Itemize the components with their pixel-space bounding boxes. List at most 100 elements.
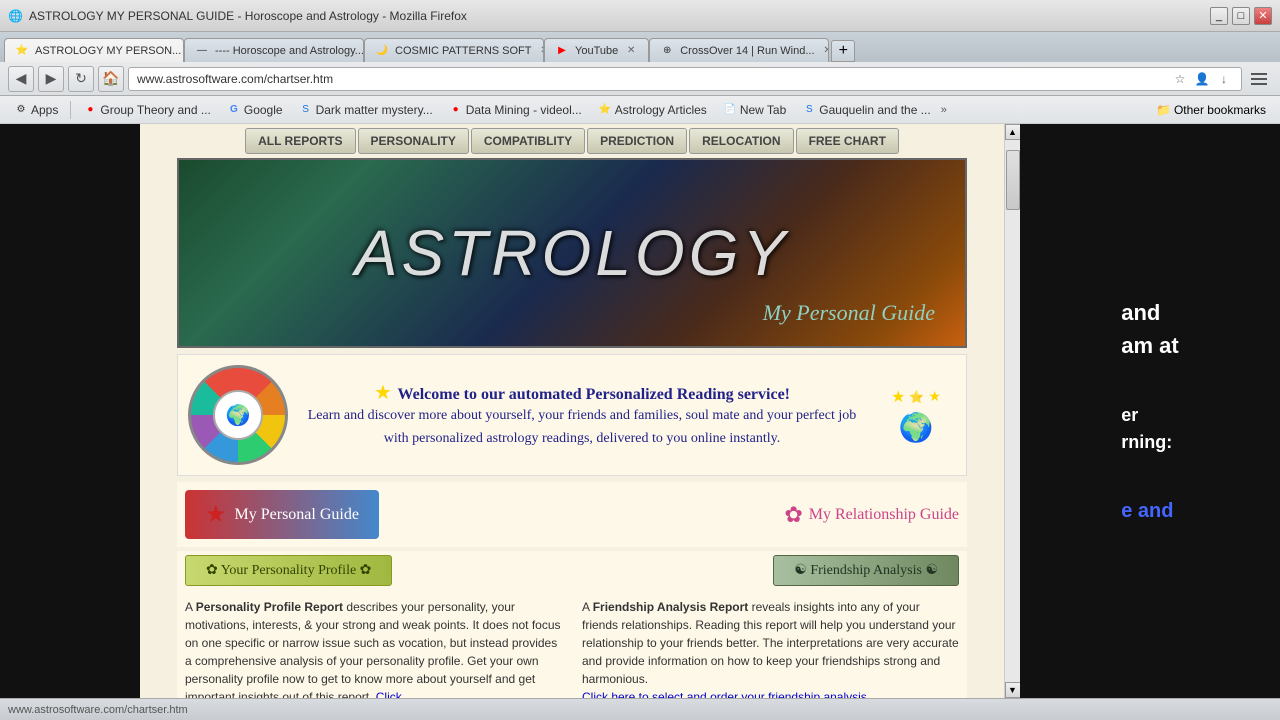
reload-button[interactable]: ↻: [68, 66, 94, 92]
tab-label-cosmic: COSMIC PATTERNS SOFT: [395, 45, 532, 57]
bookmarks-other[interactable]: 📁 Other bookmarks: [1150, 101, 1272, 119]
bookmarks-data-mining[interactable]: ● Data Mining - videol...: [443, 101, 588, 119]
side-panel: and am at er rning: e and: [1020, 124, 1280, 698]
window-title: ASTROLOGY MY PERSONAL GUIDE - Horoscope …: [29, 9, 467, 23]
browser-frame: 🌐 ASTROLOGY MY PERSONAL GUIDE - Horoscop…: [0, 0, 1280, 720]
star-2: ⭐: [909, 390, 924, 404]
forward-button[interactable]: ▶: [38, 66, 64, 92]
bookmarks-google[interactable]: G Google: [221, 101, 289, 119]
nav-compatiblity[interactable]: COMPATIBLITY: [471, 128, 585, 154]
flower-icon: ✿: [784, 502, 802, 528]
tab-bar: ⭐ ASTROLOGY MY PERSON... ✕ — ---- Horosc…: [0, 32, 1280, 62]
back-button[interactable]: ◀: [8, 66, 34, 92]
scroll-down-button[interactable]: ▼: [1005, 682, 1021, 698]
tab-favicon-horoscope: —: [195, 44, 209, 58]
bookmarks-bar: ⚙ Apps ● Group Theory and ... G Google S…: [0, 96, 1280, 124]
relationship-guide-button[interactable]: ✿ My Relationship Guide: [784, 490, 959, 539]
nav-personality[interactable]: PERSONALITY: [358, 128, 469, 154]
side-line-5: e and: [1121, 496, 1178, 526]
tab-favicon-astrology: ⭐: [15, 44, 29, 58]
red-star-icon: ★: [205, 500, 227, 529]
minimize-button[interactable]: _: [1210, 7, 1228, 25]
downloads-icon[interactable]: ↓: [1215, 70, 1233, 88]
address-text: www.astrosoftware.com/chartser.htm: [137, 72, 1171, 86]
bookmarks-dark-matter-label: Dark matter mystery...: [316, 103, 433, 117]
descriptions-section: A Personality Profile Report describes y…: [177, 590, 967, 698]
nav-bar: ◀ ▶ ↻ 🏠 www.astrosoftware.com/chartser.h…: [0, 62, 1280, 96]
new-tab-bm-favicon: 📄: [723, 103, 737, 117]
close-button[interactable]: ✕: [1254, 7, 1272, 25]
bookmarks-group-theory[interactable]: ● Group Theory and ...: [77, 101, 217, 119]
astrology-articles-favicon: ⭐: [598, 103, 612, 117]
tab-label-youtube: YouTube: [575, 45, 618, 57]
personal-guide-button[interactable]: ★ My Personal Guide: [185, 490, 379, 539]
bookmarks-astrology-articles[interactable]: ⭐ Astrology Articles: [592, 101, 713, 119]
astrology-banner: ASTROLOGY My Personal Guide: [177, 158, 967, 348]
tab-crossover[interactable]: ⊕ CrossOver 14 | Run Wind... ✕: [649, 38, 829, 62]
guides-section: ★ My Personal Guide ✿ My Relationship Gu…: [177, 482, 967, 547]
bookmarks-other-label: Other bookmarks: [1174, 103, 1266, 117]
bookmarks-apps[interactable]: ⚙ Apps: [8, 101, 64, 119]
scrollbar-track[interactable]: [1005, 140, 1020, 682]
tab-close-youtube[interactable]: ✕: [624, 44, 638, 58]
zodiac-wheel: 🌍: [188, 365, 288, 465]
star-3: ★: [928, 388, 941, 405]
tab-youtube[interactable]: ▶ YouTube ✕: [544, 38, 649, 62]
full-page: ALL REPORTS PERSONALITY COMPATIBLITY PRE…: [177, 124, 967, 698]
left-gutter: [0, 124, 140, 698]
bookmarks-new-tab-label: New Tab: [740, 103, 786, 117]
friendship-analysis-button[interactable]: ☯ Friendship Analysis ☯: [773, 555, 959, 586]
nav-prediction[interactable]: PREDICTION: [587, 128, 687, 154]
site-navigation: ALL REPORTS PERSONALITY COMPATIBLITY PRE…: [177, 124, 967, 158]
side-line-1: and: [1121, 296, 1178, 329]
profiles-section: ✿ Your Personality Profile ✿ ☯ Friendshi…: [177, 551, 967, 590]
other-bookmarks-folder-icon: 📁: [1156, 103, 1171, 117]
bookmarks-dark-matter[interactable]: S Dark matter mystery...: [293, 101, 439, 119]
bookmark-separator-1: [70, 101, 71, 119]
tab-astrology[interactable]: ⭐ ASTROLOGY MY PERSON... ✕: [4, 38, 184, 62]
nav-relocation[interactable]: RELOCATION: [689, 128, 793, 154]
tab-cosmic[interactable]: 🌙 COSMIC PATTERNS SOFT ✕: [364, 38, 544, 62]
personality-report-name: Personality Profile Report: [196, 600, 343, 614]
bookmarks-group-theory-label: Group Theory and ...: [100, 103, 211, 117]
status-bar: www.astrosoftware.com/chartser.htm: [0, 698, 1280, 720]
scroll-up-button[interactable]: ▲: [1005, 124, 1021, 140]
dark-matter-favicon: S: [299, 103, 313, 117]
bookmarks-data-mining-label: Data Mining - videol...: [466, 103, 582, 117]
friendship-desc-intro: A: [582, 600, 593, 614]
nav-free-chart[interactable]: FREE CHART: [796, 128, 899, 154]
bookmarks-overflow[interactable]: »: [941, 104, 947, 116]
firefox-menu-button[interactable]: [1246, 66, 1272, 92]
data-mining-favicon: ●: [449, 103, 463, 117]
scrollbar-thumb[interactable]: [1006, 150, 1020, 210]
personality-profile-button[interactable]: ✿ Your Personality Profile ✿: [185, 555, 392, 586]
bookmark-star-icon[interactable]: ☆: [1171, 70, 1189, 88]
reader-icon[interactable]: 👤: [1193, 70, 1211, 88]
personality-desc-intro: A: [185, 600, 196, 614]
personality-click-link[interactable]: Click: [376, 690, 402, 698]
browser-favicon: 🌐: [8, 9, 23, 23]
bookmarks-apps-label: Apps: [31, 103, 58, 117]
address-bar[interactable]: www.astrosoftware.com/chartser.htm ☆ 👤 ↓: [128, 67, 1242, 91]
nav-all-reports[interactable]: ALL REPORTS: [245, 128, 355, 154]
scrollbar: ▲ ▼: [1004, 124, 1020, 698]
side-line-4: rning:: [1121, 429, 1178, 456]
apps-favicon: ⚙: [14, 103, 28, 117]
gauquelin-favicon: S: [802, 103, 816, 117]
globe-icon: 🌍: [899, 411, 934, 444]
friendship-order-link[interactable]: Click here to select and order your frie…: [582, 690, 870, 698]
home-button[interactable]: 🏠: [98, 66, 124, 92]
site-wrapper: ALL REPORTS PERSONALITY COMPATIBLITY PRE…: [140, 124, 1004, 698]
welcome-body: Learn and discover more about yourself, …: [300, 405, 864, 450]
new-tab-button[interactable]: +: [831, 40, 855, 62]
friendship-report-name: Friendship Analysis Report: [593, 600, 749, 614]
bookmarks-gauquelin[interactable]: S Gauquelin and the ...: [796, 101, 936, 119]
zodiac-inner: 🌍: [213, 390, 263, 440]
status-text: www.astrosoftware.com/chartser.htm: [8, 704, 188, 716]
personality-profile-label: ✿ Your Personality Profile ✿: [206, 562, 371, 579]
page-content: ALL REPORTS PERSONALITY COMPATIBLITY PRE…: [0, 124, 1280, 698]
bookmarks-new-tab[interactable]: 📄 New Tab: [717, 101, 792, 119]
maximize-button[interactable]: □: [1232, 7, 1250, 25]
tab-close-crossover[interactable]: ✕: [821, 44, 830, 58]
tab-horoscope[interactable]: — ---- Horoscope and Astrology... ✕: [184, 38, 364, 62]
